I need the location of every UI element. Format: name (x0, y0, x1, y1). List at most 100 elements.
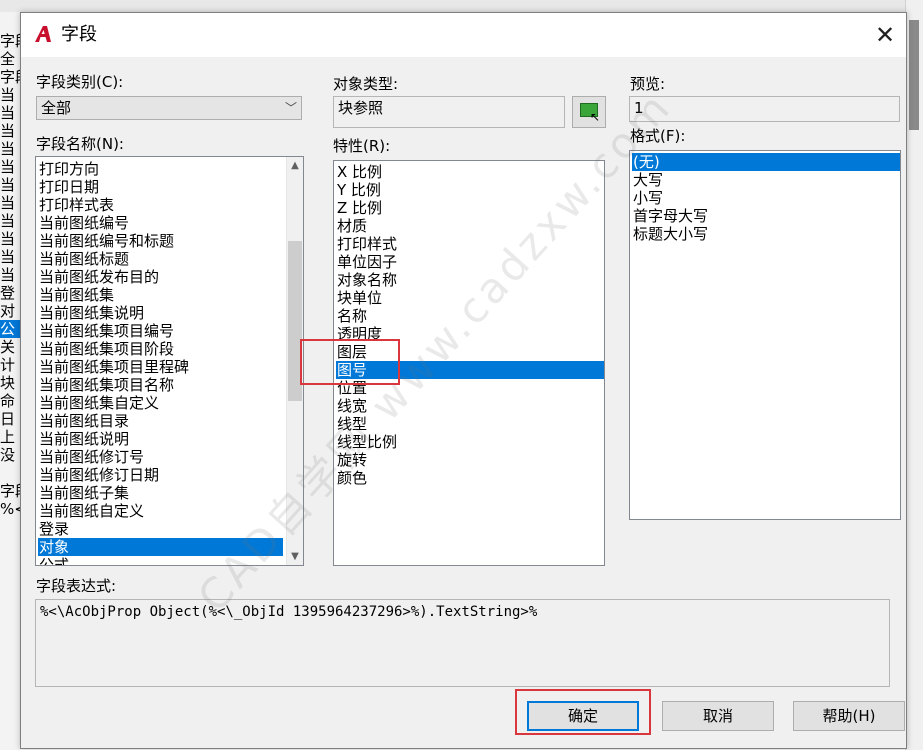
background-list-item: %< (0, 500, 20, 518)
background-list-item (0, 464, 20, 482)
field-name-item[interactable]: 当前图纸说明 (38, 430, 283, 448)
property-item[interactable]: 单位因子 (336, 253, 604, 271)
format-listbox[interactable]: 标题大小写 首字母大写 小写 大写 (无) (629, 150, 901, 520)
layer-highlight-box (300, 339, 400, 385)
property-item[interactable]: 块单位 (336, 289, 604, 307)
background-list-item: 对 (0, 302, 16, 320)
field-category-label: 字段类别(C): (36, 73, 124, 91)
background-window-titlebar (0, 0, 923, 12)
property-item[interactable]: 名称 (336, 307, 604, 325)
field-name-item[interactable]: 当前图纸子集 (38, 484, 283, 502)
field-category-select[interactable]: 全部 ﹀ (36, 96, 302, 120)
field-name-item[interactable]: 当前图纸发布目的 (38, 268, 283, 286)
field-name-item[interactable]: 当前图纸编号 (38, 214, 283, 232)
field-name-item[interactable]: 公式 (38, 556, 283, 565)
background-list-item: 日 (0, 410, 16, 428)
autocad-logo-icon (35, 26, 51, 42)
ok-highlight-box (515, 689, 651, 735)
background-list-item: 当 (0, 140, 16, 158)
background-list-item: 字段 (0, 32, 20, 50)
background-list-item: 当 (0, 248, 16, 266)
background-list-item: 没 (0, 446, 16, 464)
object-type-label: 对象类型: (333, 75, 399, 93)
field-name-item[interactable]: 当前图纸自定义 (38, 502, 283, 520)
property-item[interactable]: 材质 (336, 217, 604, 235)
preview-label: 预览: (630, 75, 666, 93)
property-item[interactable]: 线型比例 (336, 433, 604, 451)
property-item[interactable]: 对象名称 (336, 271, 604, 289)
background-list-item: 当 (0, 158, 16, 176)
background-list-item: 当 (0, 104, 16, 122)
background-list-item: 上 (0, 428, 16, 446)
dialog-titlebar: 字段 ✕ (21, 13, 906, 57)
field-names-listbox[interactable]: 公式 对象 登录 当前图纸自定义 当前图纸子集 当前图纸修订日期 当前图纸修订号 当前图纸说明… (35, 156, 304, 566)
field-expression-label: 字段表达式: (36, 577, 117, 595)
background-window-list: 字段全字段当当当当当当当当当当当登对公关计块命日上没字段%< (0, 12, 20, 750)
background-list-item: 公 (0, 320, 20, 338)
field-name-item[interactable]: 当前图纸集项目名称 (38, 376, 283, 394)
format-item[interactable]: (无) (632, 153, 900, 171)
scroll-down-icon[interactable]: ▼ (287, 548, 303, 565)
select-object-button[interactable]: ↖ (572, 96, 606, 128)
background-list-item: 当 (0, 122, 16, 140)
field-name-item[interactable]: 当前图纸集自定义 (38, 394, 283, 412)
field-name-item[interactable]: 登录 (38, 520, 283, 538)
field-name-item[interactable]: 当前图纸编号和标题 (38, 232, 283, 250)
format-item[interactable]: 小写 (632, 189, 900, 207)
field-dialog: 字段 ✕ 字段类别(C): 全部 ﹀ 字段名称(N): 公式 对象 登录 当前图纸自定… (20, 12, 907, 749)
property-item[interactable]: Z 比例 (336, 199, 604, 217)
property-item[interactable]: X 比例 (336, 163, 604, 181)
field-name-item[interactable]: 当前图纸集项目阶段 (38, 340, 283, 358)
background-scrollbar-thumb[interactable] (909, 20, 919, 130)
cursor-arrow-icon: ↖ (590, 110, 601, 124)
chevron-down-icon[interactable]: ﹀ (285, 97, 297, 119)
background-list-item: 当 (0, 194, 16, 212)
field-name-item[interactable]: 当前图纸集项目里程碑 (38, 358, 283, 376)
field-name-item[interactable]: 当前图纸目录 (38, 412, 283, 430)
properties-label: 特性(R): (333, 137, 391, 155)
field-category-value: 全部 (41, 99, 72, 117)
scroll-up-icon[interactable]: ▲ (287, 157, 303, 174)
background-list-item: 当 (0, 176, 16, 194)
background-list-item: 计 (0, 356, 16, 374)
background-list-item: 当 (0, 230, 16, 248)
background-list-item: 全 (0, 50, 16, 68)
cancel-button[interactable]: 取消 (662, 701, 774, 731)
field-name-item[interactable]: 当前图纸修订日期 (38, 466, 283, 484)
preview-field: 1 (629, 96, 900, 122)
field-name-item[interactable]: 当前图纸标题 (38, 250, 283, 268)
background-scrollbar[interactable] (905, 0, 923, 750)
format-label: 格式(F): (630, 127, 686, 145)
background-list-item: 关 (0, 338, 16, 356)
background-list-item: 字段 (0, 68, 20, 86)
format-item[interactable]: 标题大小写 (632, 225, 900, 243)
background-list-item: 当 (0, 212, 16, 230)
background-list-item: 当 (0, 266, 16, 284)
background-list-item: 当 (0, 86, 16, 104)
property-item[interactable]: 打印样式 (336, 235, 604, 253)
field-expression-field[interactable]: %<\AcObjProp Object(%<\_ObjId 1395964237… (35, 599, 890, 687)
property-item[interactable]: 线型 (336, 415, 604, 433)
field-name-item[interactable]: 当前图纸集项目编号 (38, 322, 283, 340)
background-list-item: 登 (0, 284, 16, 302)
help-button[interactable]: 帮助(H) (793, 701, 905, 731)
format-item[interactable]: 首字母大写 (632, 207, 900, 225)
background-list-item: 字段 (0, 482, 20, 500)
format-item[interactable]: 大写 (632, 171, 900, 189)
property-item[interactable]: 旋转 (336, 451, 604, 469)
field-name-item[interactable]: 打印样式表 (38, 196, 283, 214)
property-item[interactable]: Y 比例 (336, 181, 604, 199)
background-list-item: 命 (0, 392, 16, 410)
dialog-title: 字段 (61, 24, 97, 45)
field-name-item[interactable]: 当前图纸修订号 (38, 448, 283, 466)
field-name-item[interactable]: 当前图纸集说明 (38, 304, 283, 322)
field-name-item[interactable]: 打印日期 (38, 178, 283, 196)
object-type-field: 块参照 (333, 96, 565, 128)
field-name-item[interactable]: 打印方向 (38, 160, 283, 178)
property-item[interactable]: 颜色 (336, 469, 604, 487)
property-item[interactable]: 线宽 (336, 397, 604, 415)
field-name-item[interactable]: 对象 (38, 538, 283, 556)
close-button[interactable]: ✕ (868, 19, 902, 51)
field-names-label: 字段名称(N): (36, 135, 124, 153)
field-name-item[interactable]: 当前图纸集 (38, 286, 283, 304)
